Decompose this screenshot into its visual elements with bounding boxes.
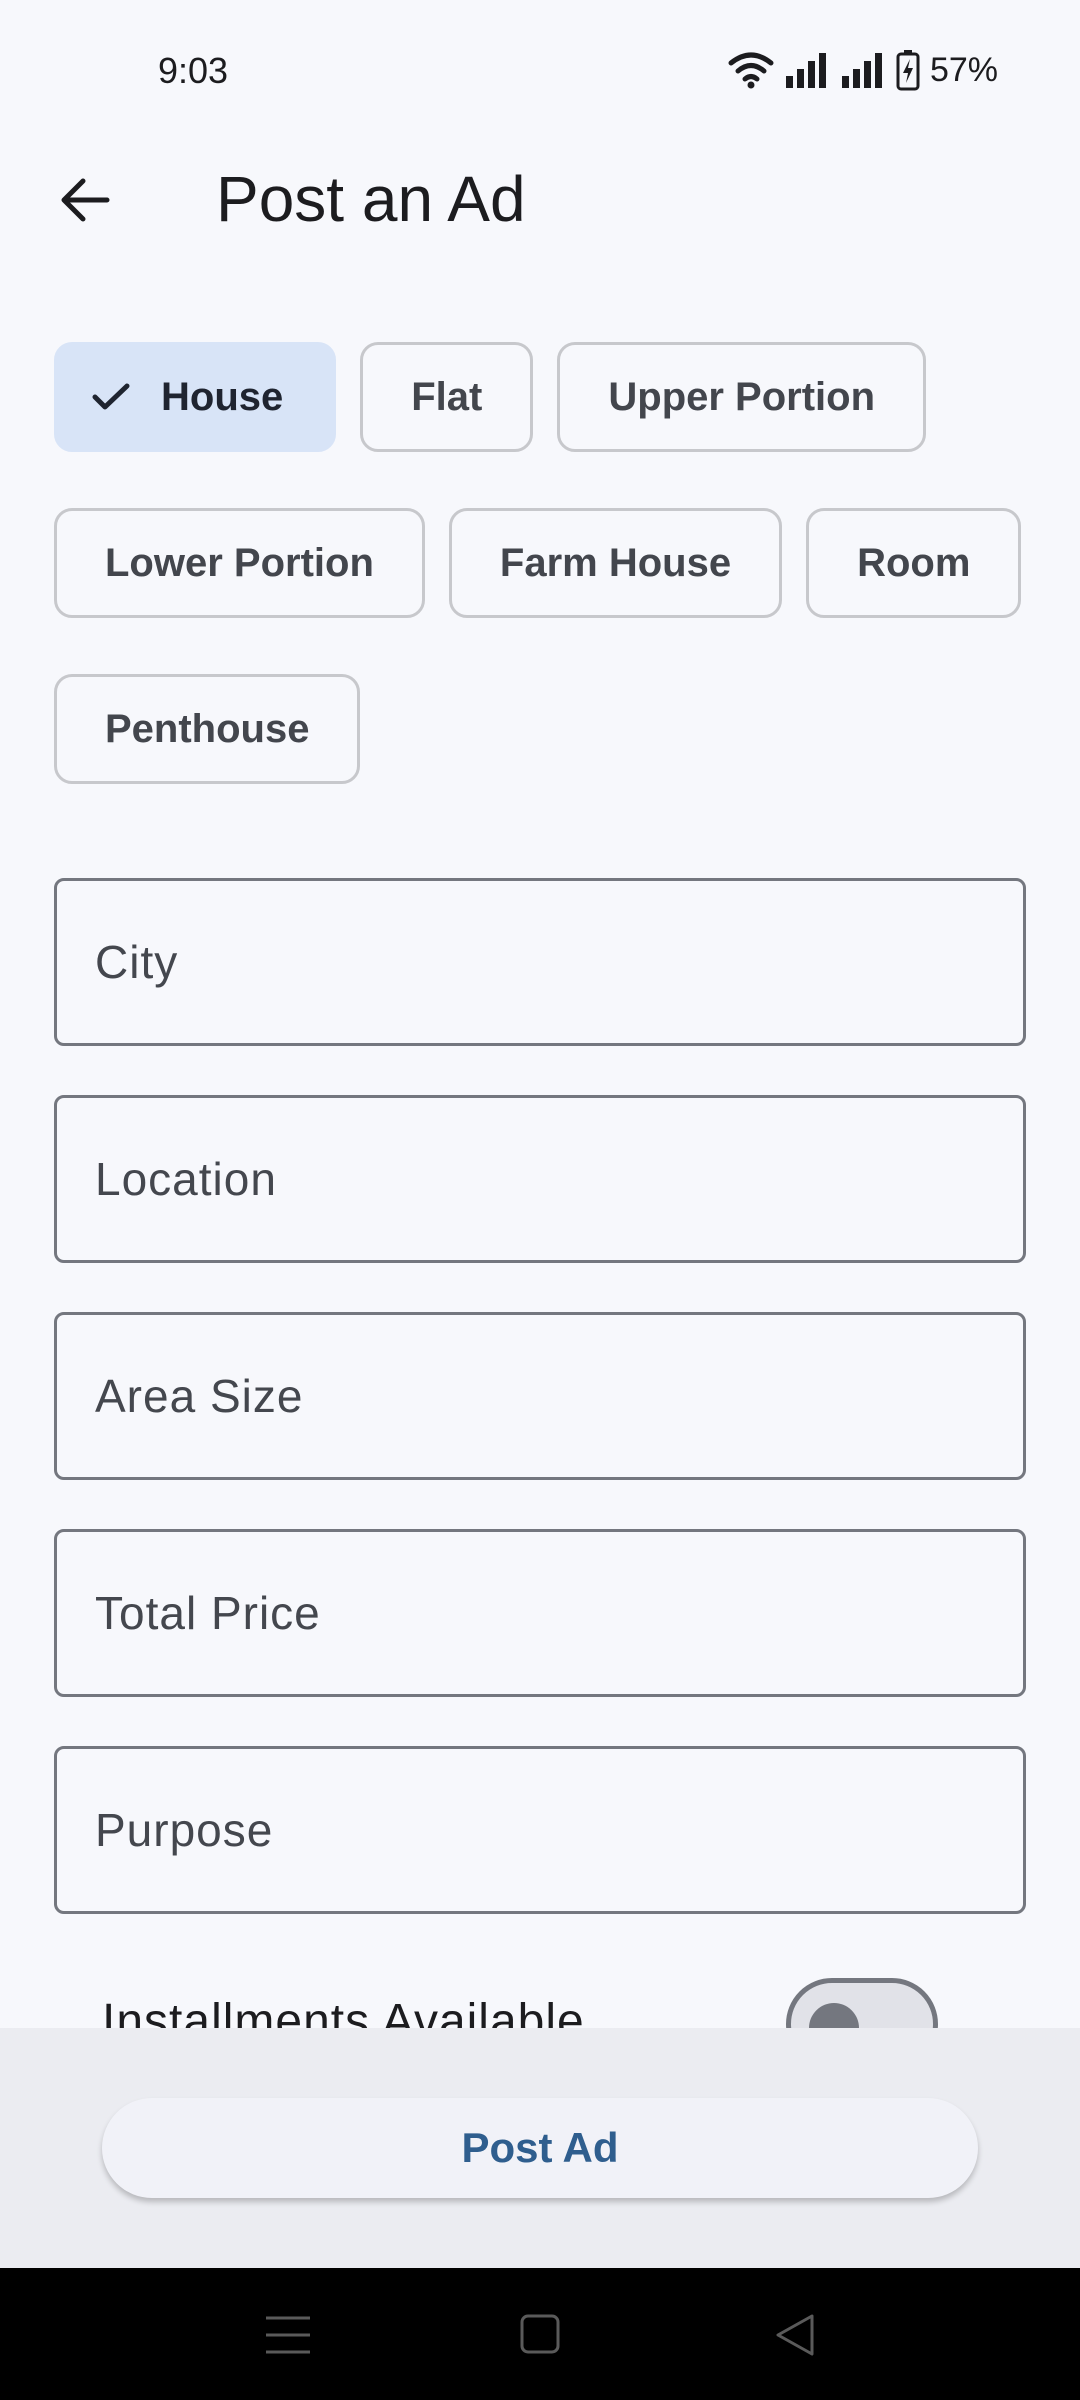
chip-lower-portion[interactable]: Lower Portion: [54, 508, 425, 618]
purpose-input[interactable]: [93, 1802, 1023, 1858]
home-square-icon[interactable]: [510, 2310, 570, 2360]
post-ad-button[interactable]: Post Ad: [102, 2098, 978, 2198]
chip-label: Farm House: [499, 540, 732, 585]
installments-label: Installments Available: [102, 1995, 585, 2028]
city-field[interactable]: [54, 878, 1026, 1046]
location-field[interactable]: [54, 1095, 1026, 1263]
area-size-input[interactable]: [93, 1368, 1023, 1424]
chip-label: Room: [857, 540, 971, 585]
back-triangle-icon[interactable]: [766, 2310, 826, 2360]
status-icons: 57%: [728, 48, 998, 92]
chip-upper-portion[interactable]: Upper Portion: [557, 342, 927, 452]
menu-icon[interactable]: [258, 2310, 318, 2360]
city-input[interactable]: [93, 934, 1023, 990]
total-price-input[interactable]: [93, 1585, 1023, 1641]
wifi-icon: [728, 52, 774, 89]
chip-row: Penthouse: [54, 674, 1034, 784]
chip-label: House: [161, 374, 284, 419]
chip-row: Lower Portion Farm House Room: [54, 508, 1034, 618]
battery-percent: 57%: [929, 50, 998, 89]
switch-knob: [809, 2003, 859, 2028]
check-icon: [91, 382, 131, 412]
location-input[interactable]: [93, 1151, 1023, 1207]
purpose-field[interactable]: [54, 1746, 1026, 1914]
property-type-chips: House Flat Upper Portion Lower Portion F…: [54, 342, 1034, 840]
chip-flat[interactable]: Flat: [360, 342, 534, 452]
page-title: Post an Ad: [216, 163, 526, 235]
system-nav-bar: [0, 2268, 1080, 2400]
bottom-action-bar: Post Ad: [0, 2028, 1080, 2268]
battery-charging-icon: [896, 50, 920, 91]
chip-label: Upper Portion: [608, 374, 876, 419]
installments-row: Installments Available: [0, 1970, 1080, 2028]
status-time: 9:03: [158, 50, 229, 91]
installments-switch[interactable]: [786, 1978, 938, 2028]
chip-penthouse[interactable]: Penthouse: [54, 674, 361, 784]
chip-room[interactable]: Room: [806, 508, 1022, 618]
chip-label: Penthouse: [105, 706, 310, 751]
status-bar: 9:03 57%: [0, 0, 1080, 140]
back-button[interactable]: [40, 160, 130, 240]
area-size-field[interactable]: [54, 1312, 1026, 1480]
signal-icon: [841, 53, 882, 88]
chip-house[interactable]: House: [54, 342, 337, 452]
chip-row: House Flat Upper Portion: [54, 342, 1034, 452]
signal-icon: [785, 53, 826, 88]
chip-label: Lower Portion: [105, 540, 374, 585]
arrow-left-icon: [61, 178, 110, 222]
ad-form: [54, 878, 1026, 1963]
app-bar: Post an Ad: [0, 140, 1080, 260]
total-price-field[interactable]: [54, 1529, 1026, 1697]
chip-label: Flat: [411, 374, 483, 419]
chip-farm-house[interactable]: Farm House: [448, 508, 783, 618]
